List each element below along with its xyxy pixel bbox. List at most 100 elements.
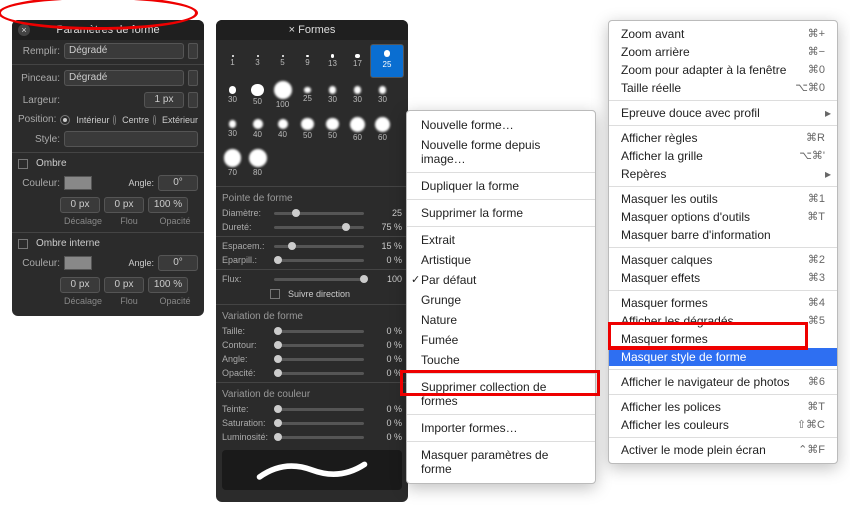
menu-item[interactable]: Masquer barre d'information xyxy=(609,226,837,244)
shadow-color-swatch[interactable] xyxy=(64,176,92,190)
menu-item[interactable]: Zoom pour adapter à la fenêtre⌘0 xyxy=(609,61,837,79)
menu-item[interactable]: Nouvelle forme depuis image… xyxy=(407,135,595,169)
brush-preset[interactable]: 30 xyxy=(370,78,395,112)
menu-item[interactable]: Masquer formes xyxy=(609,330,837,348)
brush-preset[interactable]: 25 xyxy=(295,78,320,112)
hue-slider[interactable] xyxy=(274,408,364,411)
menu-item[interactable]: Zoom arrière⌘− xyxy=(609,43,837,61)
brush-preset[interactable]: 1 xyxy=(220,44,245,78)
contour-slider[interactable] xyxy=(274,344,364,347)
menu-item[interactable]: Importer formes… xyxy=(407,418,595,438)
menu-item[interactable]: Touche xyxy=(407,350,595,370)
menu-item[interactable]: Afficher les couleurs⇧⌘C xyxy=(609,416,837,434)
style-select[interactable] xyxy=(64,131,198,147)
diameter-slider[interactable] xyxy=(274,212,364,215)
view-menu[interactable]: Zoom avant⌘+Zoom arrière⌘−Zoom pour adap… xyxy=(608,20,838,464)
menu-item[interactable]: Par défaut xyxy=(407,270,595,290)
brush-preset[interactable]: 60 xyxy=(370,112,395,146)
menu-item[interactable]: Masquer formes⌘4 xyxy=(609,294,837,312)
luminosity-slider[interactable] xyxy=(274,436,364,439)
width-input[interactable]: 1 px xyxy=(144,92,184,108)
brush-preset[interactable]: 3 xyxy=(245,44,270,78)
brush-preset[interactable]: 13 xyxy=(320,44,345,78)
brush-preset[interactable]: 70 xyxy=(220,146,245,180)
menu-item[interactable]: Grunge xyxy=(407,290,595,310)
brush-preset[interactable]: 50 xyxy=(320,112,345,146)
menu-item[interactable]: Artistique xyxy=(407,250,595,270)
inner-opacity-input[interactable]: 100 % xyxy=(148,277,188,293)
brush-select[interactable]: Dégradé xyxy=(64,70,184,86)
menu-item[interactable]: Nature xyxy=(407,310,595,330)
menu-item[interactable]: Nouvelle forme… xyxy=(407,115,595,135)
brush-preset[interactable]: 50 xyxy=(245,78,270,112)
menu-item[interactable]: Afficher les dégradés⌘5 xyxy=(609,312,837,330)
close-icon[interactable]: × xyxy=(18,24,30,36)
menu-item[interactable]: Supprimer collection de formes xyxy=(407,377,595,411)
menu-item[interactable]: Supprimer la forme xyxy=(407,203,595,223)
hardness-slider[interactable] xyxy=(274,226,364,229)
fill-stepper[interactable] xyxy=(188,43,198,59)
menu-item[interactable]: Extrait xyxy=(407,230,595,250)
size-slider[interactable] xyxy=(274,330,364,333)
menu-item[interactable]: Epreuve douce avec profil xyxy=(609,104,837,122)
panel-header[interactable]: × Paramètres de forme xyxy=(12,20,204,40)
brush-preset[interactable]: 40 xyxy=(270,112,295,146)
brush-preset[interactable]: 25 xyxy=(370,44,404,78)
brush-preset[interactable]: 30 xyxy=(220,78,245,112)
menu-item[interactable]: Dupliquer la forme xyxy=(407,176,595,196)
saturation-slider[interactable] xyxy=(274,422,364,425)
brush-preset[interactable]: 5 xyxy=(270,44,295,78)
menu-item[interactable]: Afficher règles⌘R xyxy=(609,129,837,147)
brush-preset[interactable]: 17 xyxy=(345,44,370,78)
menu-item[interactable]: Zoom avant⌘+ xyxy=(609,25,837,43)
inner-shadow-color-swatch[interactable] xyxy=(64,256,92,270)
shadow-checkbox[interactable] xyxy=(18,159,28,169)
brush-preset[interactable]: 30 xyxy=(320,78,345,112)
brush-preset[interactable]: 100 xyxy=(270,78,295,112)
brush-preset[interactable]: 9 xyxy=(295,44,320,78)
fill-select[interactable]: Dégradé xyxy=(64,43,184,59)
menu-item[interactable]: Masquer style de forme xyxy=(609,348,837,366)
shadow-blur-input[interactable]: 0 px xyxy=(104,197,144,213)
close-icon[interactable]: × xyxy=(289,24,295,36)
brush-preset[interactable]: 30 xyxy=(220,112,245,146)
opacity-slider[interactable] xyxy=(274,372,364,375)
inner-blur-input[interactable]: 0 px xyxy=(104,277,144,293)
menu-item[interactable]: Afficher le navigateur de photos⌘6 xyxy=(609,373,837,391)
menu-item[interactable]: Masquer effets⌘3 xyxy=(609,269,837,287)
inner-shadow-checkbox[interactable] xyxy=(18,239,28,249)
menu-item[interactable]: Repères xyxy=(609,165,837,183)
width-stepper[interactable] xyxy=(188,92,198,108)
shadow-offset-input[interactable]: 0 px xyxy=(60,197,100,213)
brush-preset[interactable]: 30 xyxy=(345,78,370,112)
angle-slider[interactable] xyxy=(274,358,364,361)
brush-preset[interactable]: 40 xyxy=(245,112,270,146)
shadow-angle-input[interactable]: 0° xyxy=(158,175,198,191)
position-center-radio[interactable] xyxy=(113,115,116,125)
brush-context-menu[interactable]: Nouvelle forme…Nouvelle forme depuis ima… xyxy=(406,110,596,484)
panel-title: Formes xyxy=(298,24,335,36)
menu-item[interactable]: Masquer les outils⌘1 xyxy=(609,190,837,208)
scatter-slider[interactable] xyxy=(274,259,364,262)
brush-preset[interactable]: 80 xyxy=(245,146,270,180)
panel-header[interactable]: × Formes xyxy=(216,20,408,40)
menu-item[interactable]: Activer le mode plein écran⌃⌘F xyxy=(609,441,837,459)
position-inner-radio[interactable] xyxy=(60,115,70,125)
menu-item[interactable]: Fumée xyxy=(407,330,595,350)
position-outer-radio[interactable] xyxy=(153,115,156,125)
flux-slider[interactable] xyxy=(274,278,364,281)
inner-shadow-angle-input[interactable]: 0° xyxy=(158,255,198,271)
menu-item[interactable]: Masquer calques⌘2 xyxy=(609,251,837,269)
brush-stepper[interactable] xyxy=(188,70,198,86)
menu-item[interactable]: Afficher la grille⌥⌘' xyxy=(609,147,837,165)
menu-item[interactable]: Afficher les polices⌘T xyxy=(609,398,837,416)
menu-item[interactable]: Taille réelle⌥⌘0 xyxy=(609,79,837,97)
inner-offset-input[interactable]: 0 px xyxy=(60,277,100,293)
follow-checkbox[interactable] xyxy=(270,289,280,299)
menu-item[interactable]: Masquer options d'outils⌘T xyxy=(609,208,837,226)
spacing-slider[interactable] xyxy=(274,245,364,248)
shadow-opacity-input[interactable]: 100 % xyxy=(148,197,188,213)
brush-preset[interactable]: 50 xyxy=(295,112,320,146)
brush-preset[interactable]: 60 xyxy=(345,112,370,146)
menu-item[interactable]: Masquer paramètres de forme xyxy=(407,445,595,479)
